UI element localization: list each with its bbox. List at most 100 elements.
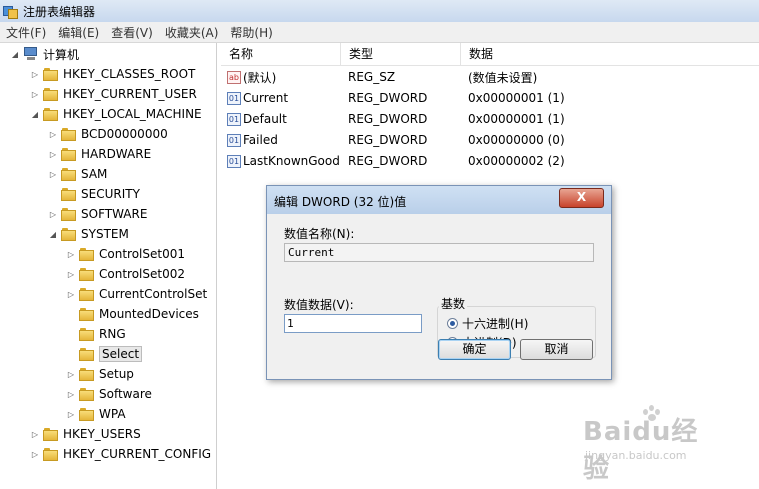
collapsed-arrow-icon[interactable]: ▷: [48, 204, 58, 224]
value-name-cell: 01 LastKnownGood: [221, 154, 341, 168]
collapsed-arrow-icon[interactable]: ▷: [30, 444, 40, 464]
binary-value-icon: 01: [227, 91, 241, 105]
tree-item[interactable]: ▷ Setup: [66, 364, 134, 384]
value-name: LastKnownGood: [243, 154, 340, 168]
folder-icon: [79, 287, 95, 301]
folder-icon: [61, 167, 77, 181]
tree-item[interactable]: ▷ ControlSet001: [66, 244, 185, 264]
window-title: 注册表编辑器: [23, 4, 96, 19]
column-header-name[interactable]: 名称: [221, 43, 341, 65]
value-row[interactable]: 01 Failed REG_DWORD 0x00000000 (0): [221, 130, 661, 150]
collapsed-arrow-icon[interactable]: ▷: [48, 164, 58, 184]
menu-view[interactable]: 查看(V): [105, 24, 159, 41]
menu-favorites[interactable]: 收藏夹(A): [159, 24, 225, 41]
ok-button[interactable]: 确定: [438, 339, 511, 360]
value-type: REG_DWORD: [348, 112, 428, 126]
value-row[interactable]: 01 LastKnownGood REG_DWORD 0x00000002 (2): [221, 151, 661, 171]
collapsed-arrow-icon[interactable]: ▷: [66, 244, 76, 264]
baidu-watermark: Baidu经验 jingyan.baidu.com: [583, 405, 723, 484]
collapsed-arrow-icon[interactable]: ▷: [66, 404, 76, 424]
folder-icon: [61, 227, 77, 241]
folder-icon: [79, 307, 95, 321]
value-name-cell: ab (默认): [221, 69, 341, 86]
tree-item[interactable]: ▷ SOFTWARE: [48, 204, 148, 224]
column-header-data[interactable]: 数据: [461, 43, 759, 65]
value-data: 0x00000001 (1): [468, 112, 565, 126]
menu-help[interactable]: 帮助(H): [224, 24, 278, 41]
tree-item[interactable]: MountedDevices: [66, 304, 199, 324]
radio-hex[interactable]: 十六进制(H): [447, 315, 528, 332]
cancel-button[interactable]: 取消: [520, 339, 593, 360]
tree-root-computer[interactable]: ◢ 计算机: [10, 44, 79, 64]
collapsed-arrow-icon[interactable]: ▷: [30, 64, 40, 84]
expanded-arrow-icon[interactable]: ◢: [48, 224, 58, 244]
tree-item[interactable]: ▷ SAM: [48, 164, 107, 184]
value-row[interactable]: 01 Default REG_DWORD 0x00000001 (1): [221, 109, 661, 129]
tree-item[interactable]: ▷ HKEY_USERS: [30, 424, 141, 444]
collapsed-arrow-icon[interactable]: ▷: [30, 424, 40, 444]
binary-value-icon: 01: [227, 154, 241, 168]
dialog-title: 编辑 DWORD (32 位)值: [274, 195, 407, 209]
tree-item[interactable]: ◢ HKEY_LOCAL_MACHINE: [30, 104, 202, 124]
folder-icon: [43, 107, 59, 121]
tree-item[interactable]: ▷ BCD00000000: [48, 124, 168, 144]
collapsed-arrow-icon[interactable]: ▷: [30, 84, 40, 104]
value-data: 0x00000002 (2): [468, 154, 565, 168]
tree-item[interactable]: Select: [66, 344, 143, 364]
tree-item-label: MountedDevices: [99, 307, 199, 321]
folder-icon: [61, 147, 77, 161]
tree-item[interactable]: ▷ HARDWARE: [48, 144, 151, 164]
collapsed-arrow-icon[interactable]: ▷: [48, 124, 58, 144]
value-type: REG_DWORD: [348, 154, 428, 168]
expanded-arrow-icon[interactable]: ◢: [10, 44, 20, 64]
close-icon[interactable]: X: [559, 188, 604, 208]
tree-item[interactable]: ▷ WPA: [66, 404, 126, 424]
collapsed-arrow-icon[interactable]: ▷: [66, 284, 76, 304]
tree-item-label: SOFTWARE: [81, 207, 148, 221]
value-name-cell: 01 Failed: [221, 133, 341, 147]
value-row[interactable]: ab (默认) REG_SZ (数值未设置): [221, 67, 661, 87]
menu-file[interactable]: 文件(F): [0, 24, 52, 41]
folder-icon: [79, 347, 95, 361]
column-header-type[interactable]: 类型: [341, 43, 461, 65]
menu-edit[interactable]: 编辑(E): [52, 24, 105, 41]
folder-icon: [79, 387, 95, 401]
tree-item[interactable]: ▷ HKEY_CURRENT_USER: [30, 84, 197, 104]
tree-item-label: Software: [99, 387, 152, 401]
tree-item-label: SECURITY: [81, 187, 140, 201]
tree-item[interactable]: ▷ HKEY_CURRENT_CONFIG: [30, 444, 211, 464]
value-name: (默认): [243, 70, 277, 85]
window-titlebar: 注册表编辑器: [0, 0, 759, 22]
tree-item-label: WPA: [99, 407, 126, 421]
collapsed-arrow-icon[interactable]: ▷: [66, 264, 76, 284]
collapsed-arrow-icon[interactable]: ▷: [66, 384, 76, 404]
radio-hex-button[interactable]: [447, 318, 458, 329]
collapsed-arrow-icon[interactable]: ▷: [66, 364, 76, 384]
tree-item[interactable]: SECURITY: [48, 184, 140, 204]
binary-value-icon: 01: [227, 112, 241, 126]
value-data-input[interactable]: [284, 314, 422, 333]
folder-icon: [43, 447, 59, 461]
tree-item-label: Select: [99, 346, 143, 362]
tree-item[interactable]: ▷ ControlSet002: [66, 264, 185, 284]
folder-icon: [43, 67, 59, 81]
tree-item[interactable]: ▷ CurrentControlSet: [66, 284, 207, 304]
tree-item[interactable]: ▷ HKEY_CLASSES_ROOT: [30, 64, 195, 84]
radio-hex-label: 十六进制(H): [462, 317, 529, 331]
tree-item-label: HKEY_LOCAL_MACHINE: [63, 107, 202, 121]
expanded-arrow-icon[interactable]: ◢: [30, 104, 40, 124]
registry-tree: ◢ 计算机 ▷ HKEY_CLASSES_ROOT ▷ HKEY_CURRENT_US…: [0, 43, 217, 489]
value-row[interactable]: 01 Current REG_DWORD 0x00000001 (1): [221, 88, 661, 108]
collapsed-arrow-icon[interactable]: ▷: [48, 144, 58, 164]
value-type: REG_DWORD: [348, 133, 428, 147]
watermark-url: jingyan.baidu.com: [585, 449, 687, 462]
tree-item[interactable]: ▷ Software: [66, 384, 152, 404]
value-type: REG_DWORD: [348, 91, 428, 105]
tree-item[interactable]: RNG: [66, 324, 126, 344]
folder-icon: [79, 327, 95, 341]
base-group-title: 基数: [439, 295, 468, 312]
value-data: 0x00000000 (0): [468, 133, 565, 147]
tree-item[interactable]: ◢ SYSTEM: [48, 224, 129, 244]
value-name-cell: 01 Current: [221, 91, 341, 105]
